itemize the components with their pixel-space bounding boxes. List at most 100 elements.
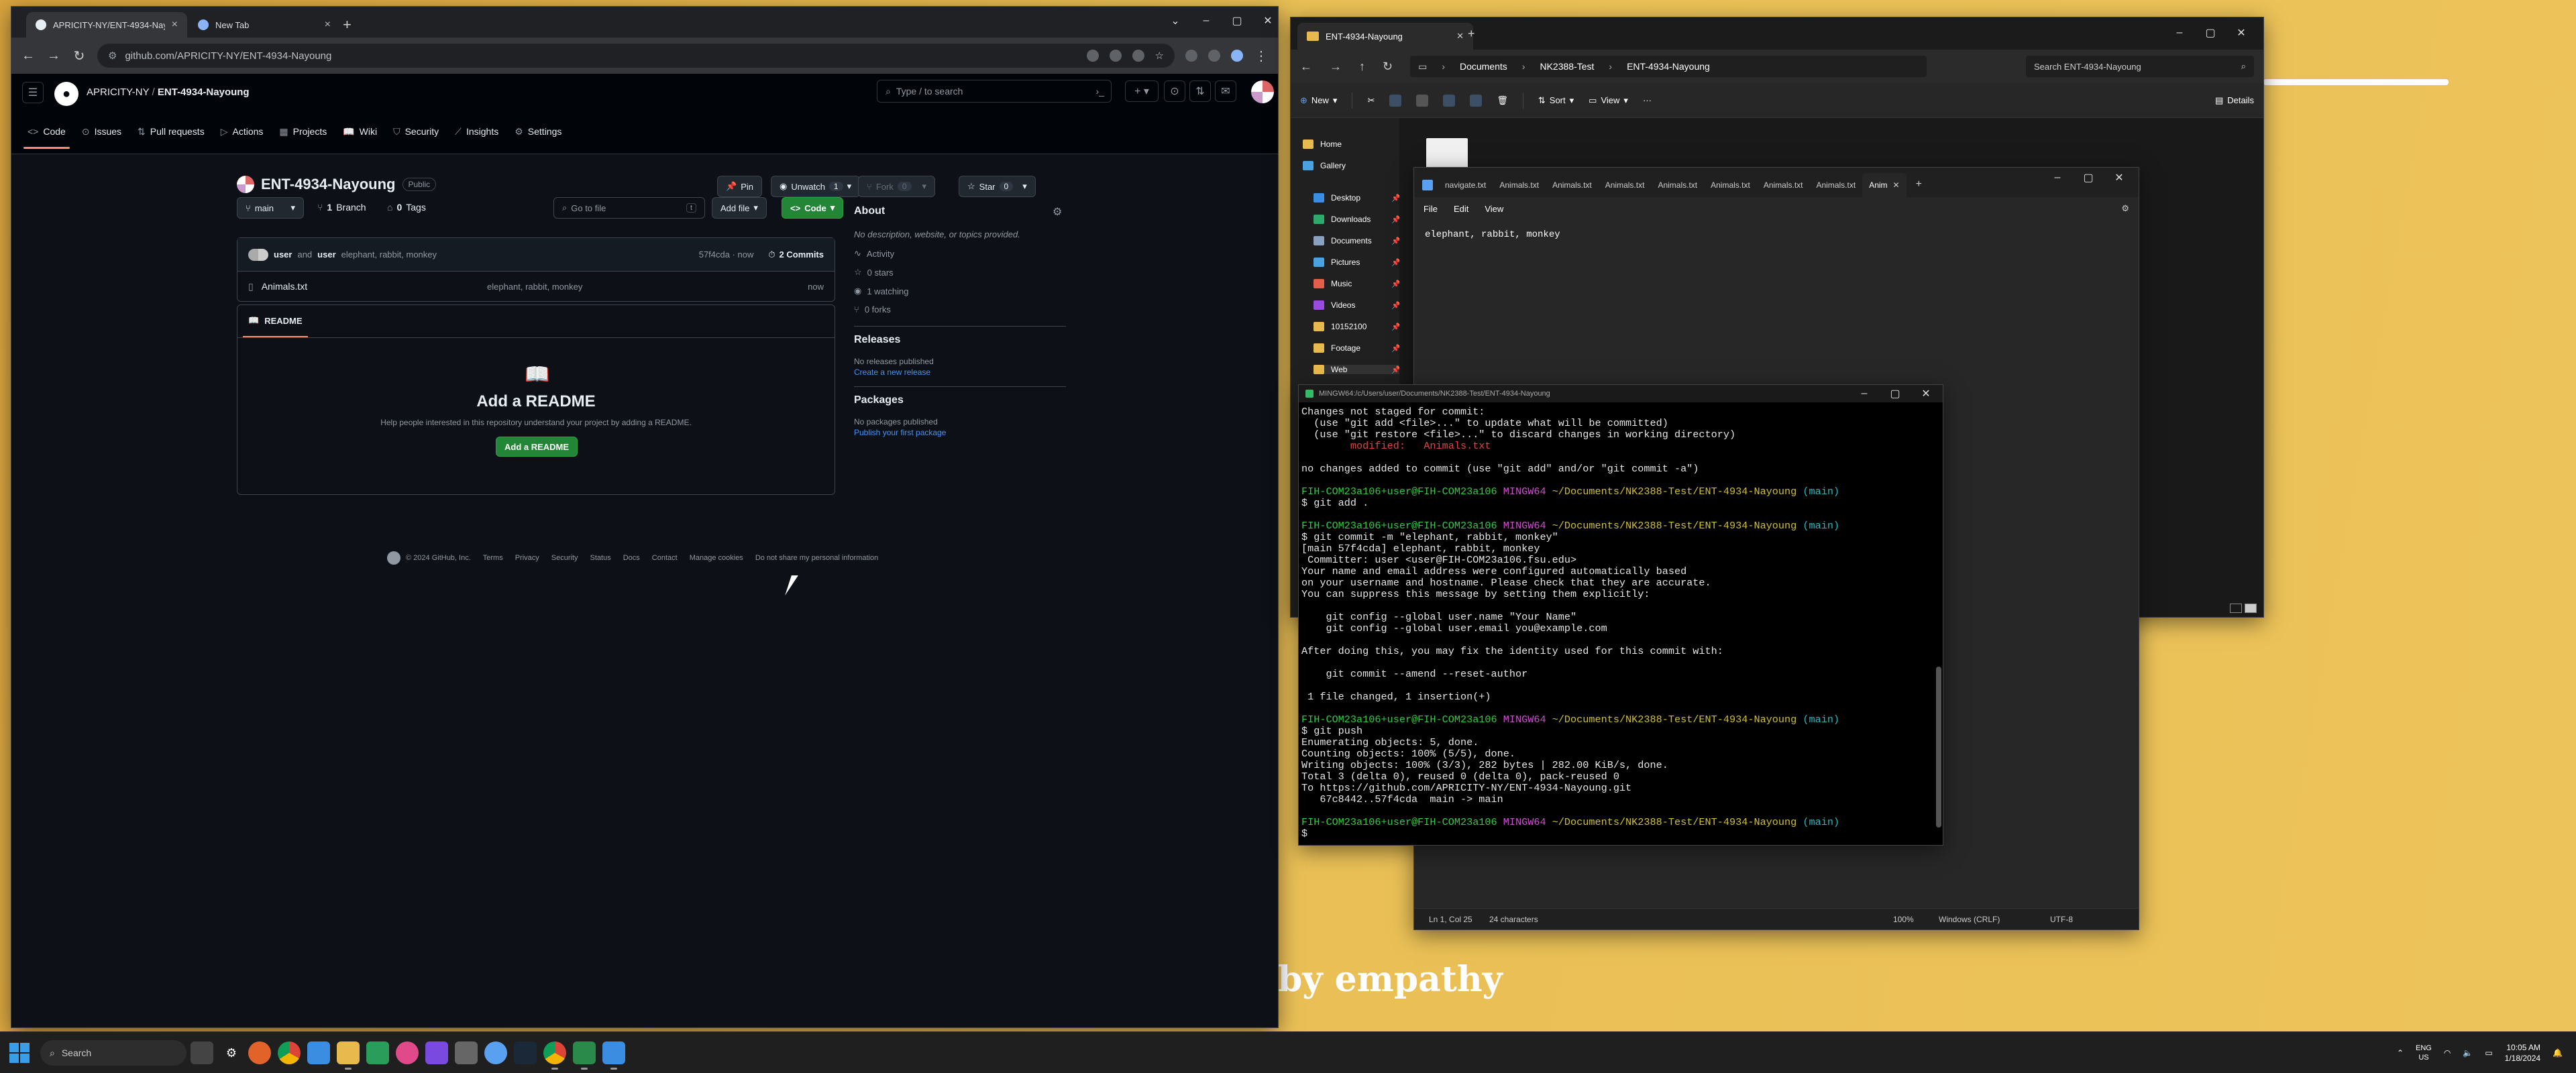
site-info-icon[interactable]: ⚙ [108,50,117,62]
tab-projects[interactable]: ▦ Projects [279,114,327,149]
breadcrumb-repo[interactable]: ENT-4934-Nayoung [158,87,250,98]
forks-link[interactable]: ⑂ 0 forks [854,304,891,315]
git-bash-icon[interactable] [573,1041,596,1070]
menu-file[interactable]: File [1424,204,1438,214]
maximize-icon[interactable]: ▢ [1880,385,1911,404]
notepad-tab[interactable]: Animals.txt [1651,173,1704,197]
maximize-icon[interactable]: ▢ [1222,11,1252,31]
breadcrumb-item[interactable]: Documents [1460,61,1507,72]
sidebar-item-downloads[interactable]: Downloads 📌 [1313,215,1401,224]
tab-insights[interactable]: ⟋ Insights [455,114,498,149]
chevron-up-icon[interactable]: ⌃ [2397,1048,2404,1058]
commit-author[interactable]: user [274,249,292,260]
create-new-icon[interactable]: + ▾ [1125,80,1159,102]
sidebar-icon[interactable] [1208,50,1220,62]
close-window-icon[interactable]: ✕ [1911,385,1941,404]
chrome-icon[interactable] [278,1041,301,1064]
task-view-icon[interactable] [191,1041,213,1064]
tiles-view-icon[interactable] [2245,604,2257,613]
close-window-icon[interactable]: ✕ [2226,23,2257,43]
tab-settings[interactable]: ⚙ Settings [515,114,561,149]
delete-icon[interactable]: 🗑 [1497,95,1508,106]
explorer-tab[interactable]: ENT-4934-Nayoung ✕ [1297,23,1473,50]
search-input[interactable]: ⌕ Type / to search ›_ [877,80,1112,103]
profile-icon[interactable] [1231,50,1243,62]
close-tab-icon[interactable]: ✕ [1893,180,1900,190]
notepad-tab[interactable]: Animals.txt [1757,173,1810,197]
footer-link-cookies[interactable]: Manage cookies [690,554,743,562]
commit-hash-time[interactable]: 57f4cda · now [699,249,754,260]
packages-heading[interactable]: Packages [854,394,904,406]
reload-icon[interactable]: ↻ [72,48,87,64]
readme-tab[interactable]: 📖 README [243,305,308,337]
forward-icon[interactable]: → [1330,60,1342,74]
refresh-icon[interactable]: ↻ [1383,60,1393,74]
notepad-tab[interactable]: Animals.txt [1493,173,1546,197]
fork-button[interactable]: ⑂ Fork 0 ▾ [858,176,936,197]
terminal-output[interactable]: Changes not staged for commit: (use "git… [1301,406,1933,845]
menu-edit[interactable]: Edit [1454,204,1468,214]
rename-icon[interactable] [1443,94,1456,107]
notepad-text-area[interactable]: elephant, rabbit, monkey [1425,229,1560,240]
command-palette-icon[interactable]: ›_ [1096,86,1104,97]
menu-view[interactable]: View [1485,204,1503,214]
drive-icon[interactable] [455,1041,478,1064]
back-icon[interactable]: ← [1300,60,1312,74]
stars-link[interactable]: ☆ 0 stars [854,267,894,278]
firefox-icon[interactable] [248,1041,271,1064]
tab-actions[interactable]: ▷ Actions [221,114,264,149]
code-button[interactable]: <> Code ▾ [782,197,844,219]
footer-link-privacy[interactable]: Privacy [515,554,539,562]
scrollbar[interactable] [1936,667,1941,828]
address-bar[interactable]: ⚙ github.com/APRICITY-NY/ENT-4934-Nayoun… [97,44,1175,68]
google-lens-icon[interactable] [1086,50,1099,62]
footer-link-security[interactable]: Security [551,554,578,562]
create-release-link[interactable]: Create a new release [854,368,930,377]
issues-icon[interactable]: ⊙ [1164,80,1185,102]
battery-icon[interactable]: ▭ [2485,1048,2492,1058]
cast-icon[interactable] [1109,50,1122,62]
minimize-icon[interactable]: – [2164,23,2195,43]
footer-link-status[interactable]: Status [590,554,611,562]
app-icon[interactable] [396,1041,419,1064]
language-indicator[interactable]: ENG US [2416,1043,2432,1062]
tab-code[interactable]: <> Code [23,114,70,149]
notepad-tab[interactable]: Animals.txt [1546,173,1599,197]
close-tab-icon[interactable]: × [172,19,178,31]
branch-selector[interactable]: ⑂ main ▾ [237,197,304,219]
notepad-tab[interactable]: Animals.txt [1599,173,1652,197]
maximize-icon[interactable]: ▢ [2073,168,2104,188]
watchers-link[interactable]: ◉ 1 watching [854,286,909,296]
file-explorer-icon[interactable] [337,1041,360,1070]
up-icon[interactable]: ↑ [1359,60,1365,74]
copy-icon[interactable] [1389,94,1402,107]
search-input[interactable]: Search ENT-4934-Nayoung ⌕ [2026,56,2254,77]
breadcrumb[interactable]: ▭ › Documents › NK2388-Test › ENT-4934-N… [1410,56,1927,77]
sidebar-item-documents[interactable]: Documents 📌 [1313,236,1401,245]
unwatch-button[interactable]: ◉ Unwatch 1 ▾ [771,176,861,197]
maximize-icon[interactable]: ▢ [2195,23,2226,43]
inbox-icon[interactable]: ✉ [1215,80,1236,102]
sidebar-item-gallery[interactable]: Gallery [1303,161,1390,170]
chrome-running-icon[interactable] [543,1041,566,1070]
browser-tab-github[interactable]: APRICITY-NY/ENT-4934-Nayoung × [26,12,187,38]
back-icon[interactable]: ← [21,48,36,64]
sidebar-item-music[interactable]: Music 📌 [1313,279,1401,288]
pin-button[interactable]: 📌 Pin [717,176,762,197]
wifi-icon[interactable]: ◠ [2444,1048,2451,1058]
notepad-tab[interactable]: navigate.txt [1438,173,1493,197]
more-icon[interactable]: ··· [1643,95,1652,105]
breadcrumb-owner[interactable]: APRICITY-NY [87,87,149,98]
publish-package-link[interactable]: Publish your first package [854,428,946,437]
add-readme-button[interactable]: Add a README [496,437,578,457]
steam-icon[interactable] [514,1041,537,1064]
commit-author[interactable]: user [317,249,335,260]
branches-link[interactable]: ⑂ 1 Branch [317,202,366,213]
go-to-file-input[interactable]: ⌕ Go to file t [553,197,705,219]
notepad-tab[interactable]: Animals.txt [1704,173,1757,197]
paste-icon[interactable] [1416,94,1429,107]
gear-icon[interactable]: ⚙ [1053,205,1062,219]
star-button[interactable]: ☆ Star 0 ▾ [959,176,1036,197]
pull-requests-icon[interactable]: ⇅ [1189,80,1211,102]
extension-icon[interactable] [1185,50,1197,62]
